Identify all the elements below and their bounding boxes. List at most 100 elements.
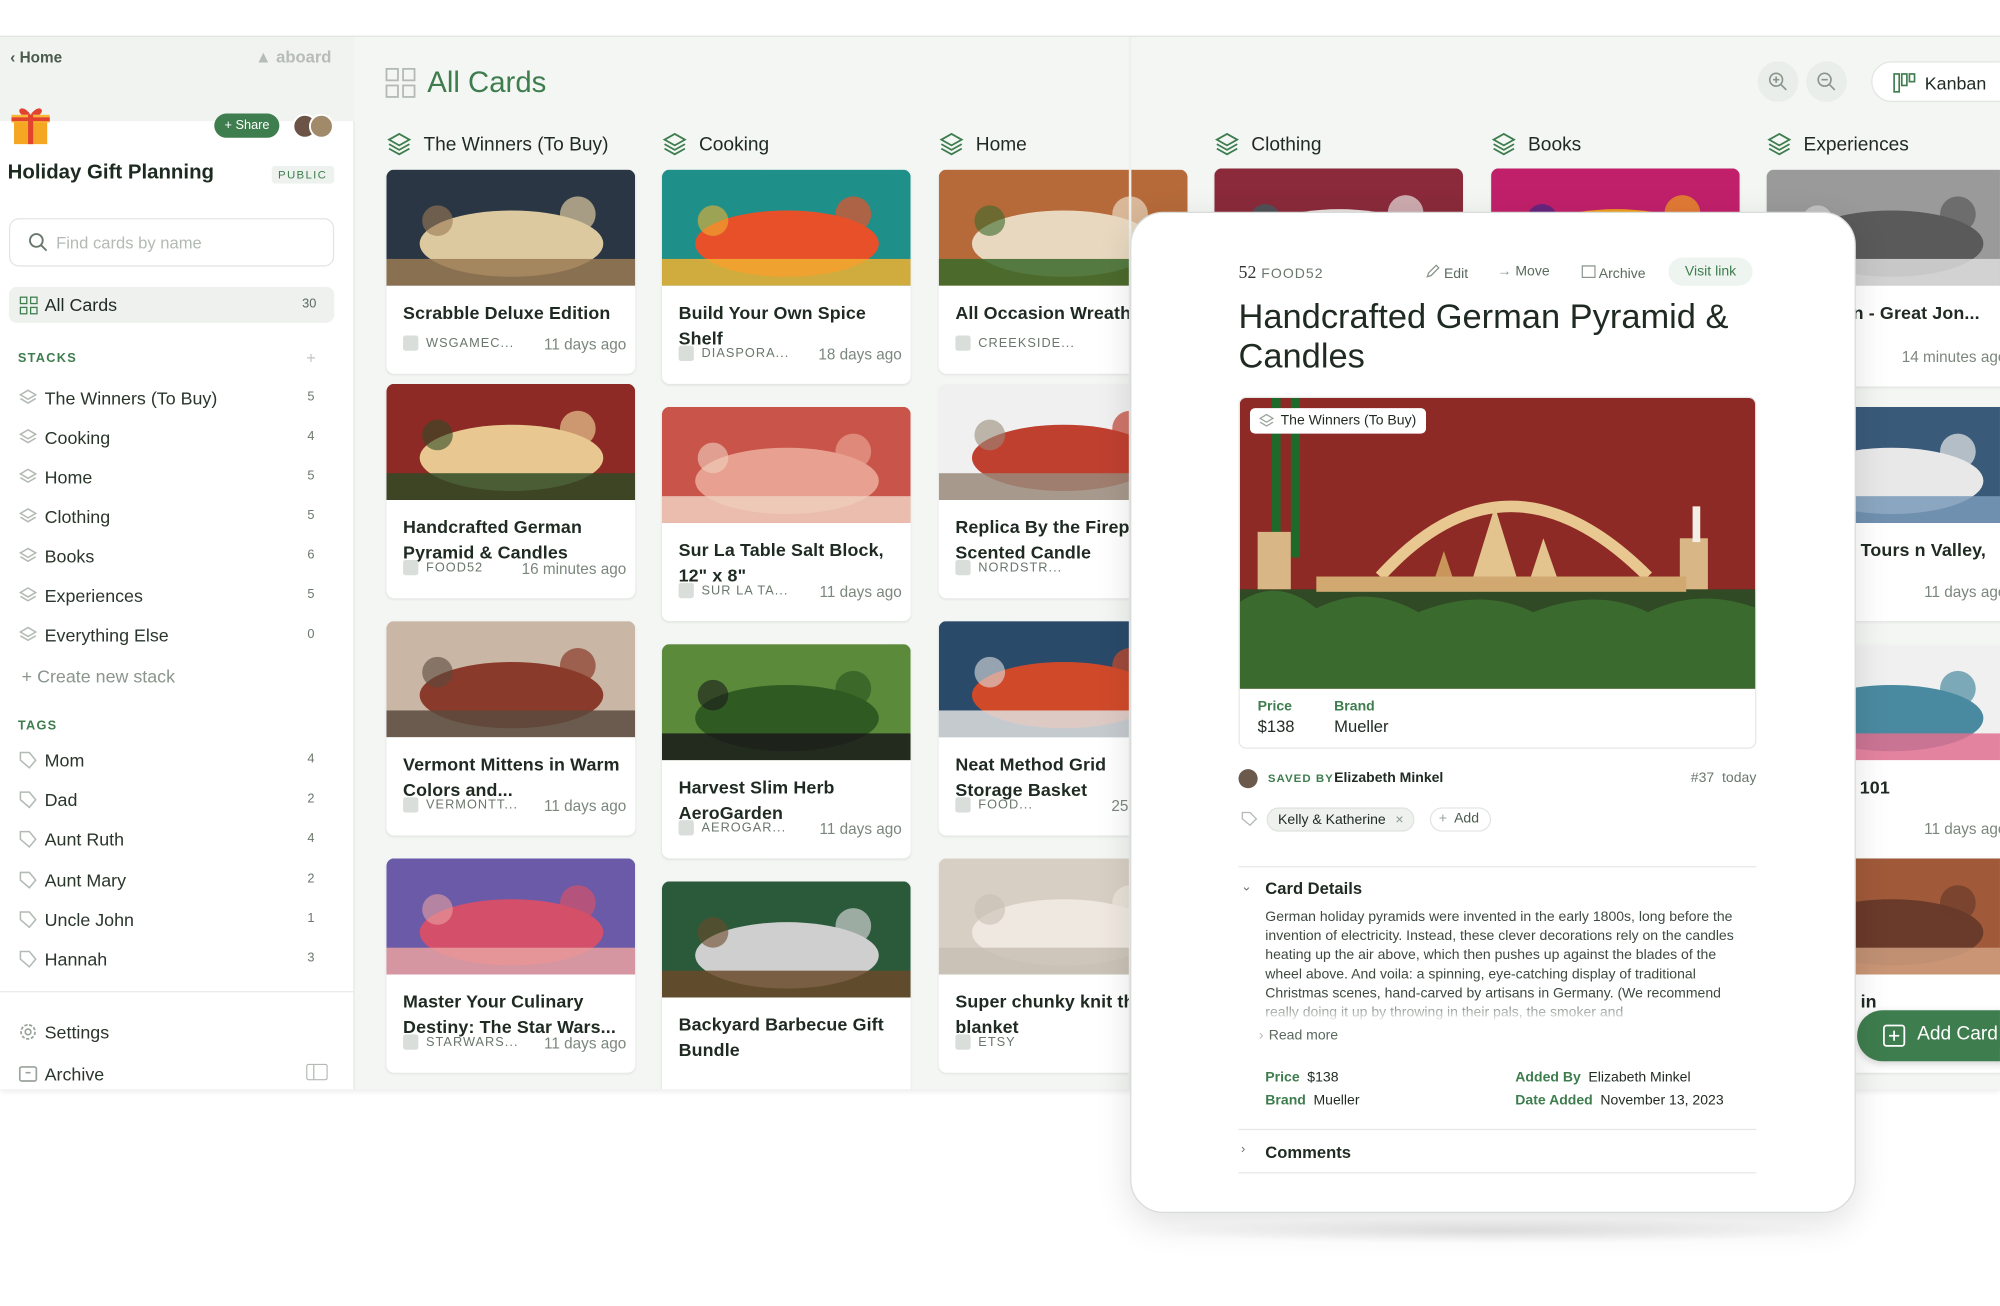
card[interactable]: Harvest Slim Herb AeroGarden AEROGAR... 11…	[661, 644, 911, 859]
sidebar-item-tag[interactable]: Dad 2	[18, 787, 337, 813]
home-label: Home	[19, 48, 63, 67]
add-tag-button[interactable]: + Add	[1429, 807, 1491, 832]
card[interactable]: Scrabble Deluxe Edition WSGAMEC... 11 days…	[386, 169, 636, 374]
sidebar-item-stack[interactable]: Cooking 4	[18, 425, 337, 451]
archive-box-icon	[1581, 265, 1596, 279]
price-value: $138	[1257, 716, 1295, 736]
sidebar-item-tag[interactable]: Hannah 3	[18, 946, 337, 972]
sidebar-item-stack[interactable]: Everything Else 0	[18, 622, 337, 648]
source-favicon	[403, 335, 419, 351]
stack-icon	[939, 132, 964, 156]
stack-count: 0	[307, 627, 315, 642]
tag-chip[interactable]: Kelly & Katherine ×	[1266, 807, 1416, 833]
zoom-in-button[interactable]	[1757, 61, 1799, 103]
card-number-value: #37	[1690, 770, 1715, 786]
card[interactable]: Sur La Table Salt Block, 12" x 8" SUR LA …	[661, 406, 911, 622]
tag-chip-label: Kelly & Katherine	[1278, 812, 1386, 828]
sidebar-item-stack[interactable]: Home 5	[18, 464, 337, 490]
sidebar-item-stack[interactable]: Clothing 5	[18, 504, 337, 530]
added-by-detail: Added By Elizabeth Minkel	[1515, 1070, 1690, 1085]
home-link[interactable]: ‹ Home	[10, 48, 62, 66]
chevron-down-icon[interactable]: ⌄	[1241, 880, 1252, 894]
zoom-in-icon	[1768, 72, 1787, 91]
read-more-label: Read more	[1268, 1028, 1339, 1044]
move-label: Move	[1515, 264, 1550, 280]
card-details-heading[interactable]: Card Details	[1265, 879, 1362, 898]
brand-label: Brand	[1334, 698, 1375, 715]
zoom-out-button[interactable]	[1806, 61, 1847, 103]
tag-label: Aunt Mary	[44, 869, 127, 890]
source-favicon	[403, 559, 419, 576]
pencil-icon	[1426, 264, 1440, 278]
sidebar-item-stack[interactable]: The Winners (To Buy) 5	[18, 385, 337, 411]
edit-button[interactable]: Edit	[1426, 264, 1468, 282]
column-label: Home	[975, 133, 1027, 156]
stack-label: Experiences	[44, 585, 143, 606]
move-button[interactable]: → Move	[1497, 264, 1549, 279]
search-input[interactable]: Find cards by name	[8, 218, 335, 267]
sidebar-item-all-cards[interactable]: All Cards 30	[8, 286, 335, 323]
sidebar-collapse-icon[interactable]	[306, 1063, 328, 1081]
board-title: Holiday Gift Planning	[7, 161, 215, 184]
stack-icon	[18, 626, 38, 642]
aboard-logo: ▲ aboard	[255, 47, 332, 67]
card[interactable]: Build Your Own Spice Shelf DIASPORA... 18 …	[661, 169, 911, 384]
stack-icon	[18, 508, 38, 523]
tag-label: Mom	[44, 749, 85, 771]
stack-icon	[662, 132, 687, 156]
sidebar-item-tag[interactable]: Mom 4	[18, 747, 337, 773]
sidebar-item-tag[interactable]: Uncle John 1	[18, 907, 337, 933]
sidebar-item-tag[interactable]: Aunt Mary 2	[18, 867, 337, 893]
comments-heading[interactable]: Comments	[1265, 1143, 1351, 1162]
card[interactable]: Backyard Barbecue Gift Bundle	[661, 881, 911, 1090]
settings-button[interactable]: Settings	[18, 1019, 337, 1045]
panel-shadow	[1147, 1218, 1837, 1244]
sidebar-item-tag[interactable]: Aunt Ruth 4	[18, 827, 337, 853]
kanban-icon	[1893, 73, 1916, 93]
card-title: Master Your Culinary Destiny: The Star W…	[403, 991, 616, 1037]
detail-source: 52 FOOD52	[1239, 264, 1324, 284]
card-source: FOOD...	[978, 798, 1033, 813]
remove-tag-icon[interactable]: ×	[1395, 809, 1403, 833]
source-favicon	[678, 820, 694, 836]
card-number: #37 today	[1691, 770, 1757, 785]
create-stack-label: + Create new stack	[21, 665, 176, 687]
visit-link-button[interactable]: Visit link	[1668, 257, 1753, 286]
stack-tag-label: The Winners (To Buy)	[1280, 413, 1417, 429]
card-meta: DIASPORA... 18 days ago	[678, 345, 902, 364]
add-stack-icon[interactable]: +	[306, 348, 316, 367]
stack-icon	[18, 389, 38, 404]
all-cards-grid-icon	[385, 67, 416, 98]
share-button[interactable]: + Share	[214, 113, 280, 138]
tag-icon	[19, 871, 37, 889]
archive-card-button[interactable]: Archive	[1581, 264, 1646, 282]
chevron-right-icon[interactable]: ›	[1241, 1143, 1245, 1157]
card[interactable]: Master Your Culinary Destiny: The Star W…	[386, 858, 636, 1073]
stack-count: 4	[307, 429, 315, 444]
stack-count: 5	[307, 390, 315, 405]
card[interactable]: Vermont Mittens in Warm Colors and... VER…	[386, 621, 636, 836]
tag-label: Hannah	[44, 948, 108, 970]
grid-icon	[19, 296, 38, 315]
create-stack-button[interactable]: + Create new stack	[18, 663, 337, 689]
sidebar-item-stack[interactable]: Books 6	[18, 543, 337, 569]
stack-label: Cooking	[44, 427, 111, 448]
tag-icon	[19, 950, 37, 968]
read-more-link[interactable]: › Read more	[1259, 1028, 1338, 1043]
archive-button[interactable]: Archive	[18, 1061, 337, 1087]
chevron-right-icon: ›	[1258, 1028, 1264, 1044]
view-label: Kanban	[1924, 72, 1987, 94]
view-selector[interactable]: Kanban	[1871, 61, 2000, 103]
sidebar-item-stack[interactable]: Experiences 5	[18, 583, 337, 609]
plus-icon: +	[1438, 811, 1447, 827]
tag-count: 2	[307, 871, 315, 886]
stack-tag[interactable]: The Winners (To Buy)	[1249, 408, 1427, 434]
add-card-button[interactable]: Add Card	[1857, 1010, 2000, 1062]
card-age: 14 minutes ago	[1901, 348, 2000, 367]
card[interactable]: Handcrafted German Pyramid & Candles FOOD…	[386, 383, 636, 599]
stack-icon	[18, 468, 38, 484]
card-source: DIASPORA...	[701, 346, 790, 361]
archive-icon	[18, 1066, 38, 1082]
card-age: 16 minutes ago	[521, 559, 627, 578]
card-title: Build Your Own Spice Shelf	[678, 302, 867, 349]
